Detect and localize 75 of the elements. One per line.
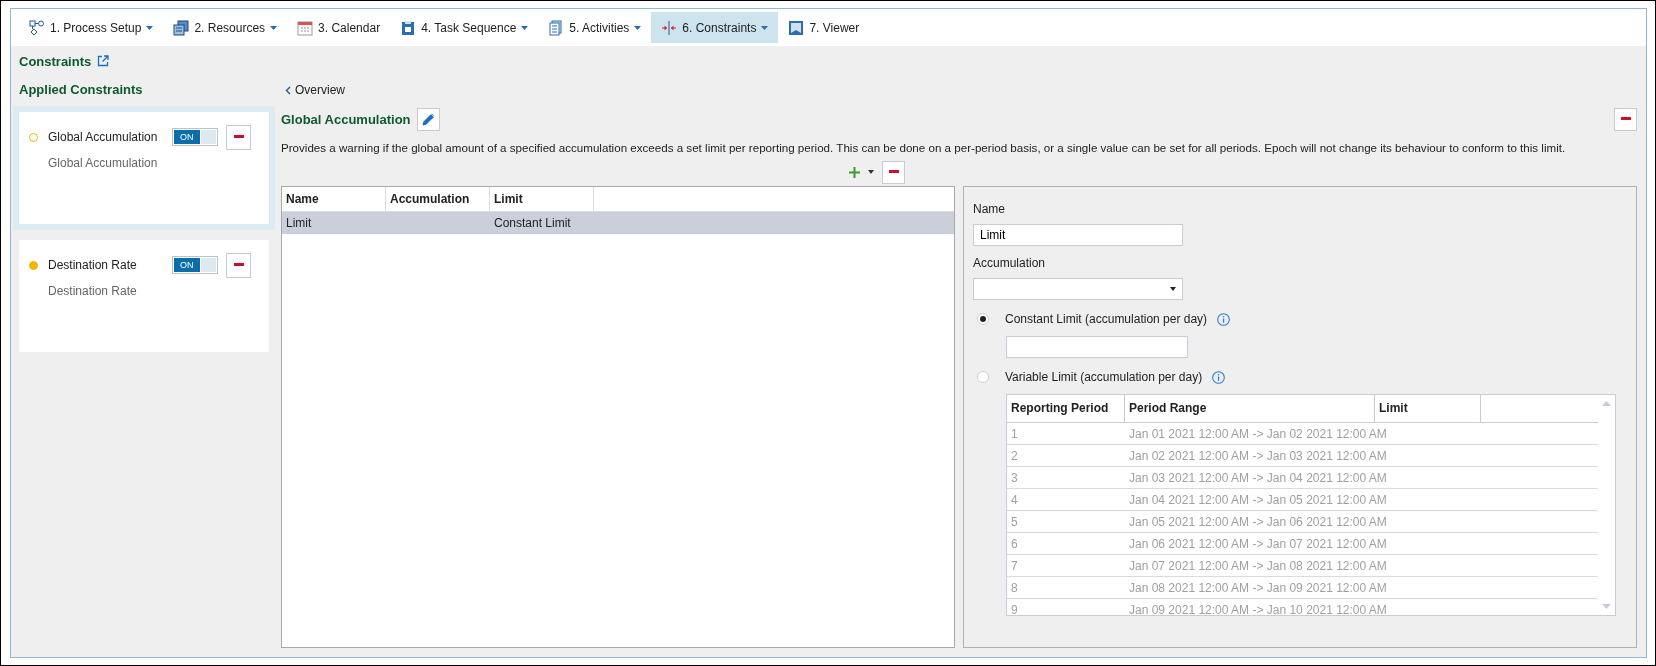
book-icon [788,19,805,36]
table-cell: Jan 03 2021 12:00 AM -> Jan 04 2021 12:00 AM [1129,470,1387,485]
input-field[interactable]: Limit [973,224,1183,246]
info-icon[interactable] [1212,370,1226,384]
minus-icon [233,135,244,139]
clipboard-icon [400,19,417,36]
option-label: Variable Limit (accumulation per day) [1005,370,1203,384]
split-arrows-icon [661,19,678,36]
toolbar-tab[interactable]: 2. Resources [163,12,288,43]
field-label: Name [973,202,1006,216]
edit-button[interactable] [416,107,440,131]
input-field[interactable] [1006,336,1188,358]
toggle-switch[interactable]: ON [172,128,218,146]
table-cell: 1 [1011,426,1018,441]
remove-button[interactable] [1614,107,1637,131]
constraint-description: Global Accumulation [48,156,158,170]
table-cell: Limit [286,216,312,230]
table-cell: Jan 05 2021 12:00 AM -> Jan 06 2021 12:00 AM [1129,514,1387,529]
remove-button[interactable] [226,252,251,278]
table-cell: Jan 01 2021 12:00 AM -> Jan 02 2021 12:00 AM [1129,426,1387,441]
add-button[interactable] [849,166,860,178]
table-cell: 2 [1011,448,1018,463]
table-cell: Jan 07 2021 12:00 AM -> Jan 08 2021 12:00 AM [1129,558,1387,573]
toggle-switch[interactable]: ON [172,256,218,274]
table-cell: 9 [1011,602,1018,615]
calendar-icon [297,19,314,36]
toolbar-tab[interactable]: 5. Activities [538,12,652,43]
plus-icon [849,166,860,178]
field-label: Accumulation [973,256,1047,270]
radio-button[interactable] [977,313,989,325]
section-heading: Applied Constraints [18,81,144,99]
table-cell: 4 [1011,492,1018,507]
constraint-name: Destination Rate [48,258,138,272]
minus-icon [1620,117,1631,121]
toolbar-tab[interactable]: 1. Process Setup [19,12,164,43]
constraint-card[interactable]: Global Accumulation ON Global Accumulation [13,106,275,230]
caret-icon [868,170,874,174]
constraint-name: Global Accumulation [48,130,159,144]
description-text: Provides a warning if the global amount of a specified accumulation exceeds a set limit per reporting period. This can be done on a per-period basis, or a single value can be set for all periods. Epoch will not change its behaviour to conform to this limit. [281,141,1567,154]
table-cell: Jan 09 2021 12:00 AM -> Jan 10 2021 12:00 AM [1129,602,1387,615]
external-link-icon[interactable] [97,55,110,67]
info-icon[interactable] [1217,312,1231,326]
radio-button[interactable] [977,371,989,383]
dropdown-button[interactable] [868,170,874,174]
table-cell: Constant Limit [494,216,571,230]
remove-button[interactable] [882,160,905,184]
table-cell: 6 [1011,536,1018,551]
table-cell: 3 [1011,470,1018,485]
toolbar-tab[interactable]: 3. Calendar [287,12,391,43]
caret-icon [1170,287,1176,291]
table-row[interactable]: Limit Constant Limit [282,212,954,234]
table-cell: Jan 04 2021 12:00 AM -> Jan 05 2021 12:00 AM [1129,492,1387,507]
option-label: Constant Limit (accumulation per day) [1005,312,1208,326]
toolbar-tab[interactable]: 4. Task Sequence [390,12,539,43]
minus-icon [233,263,244,267]
back-link[interactable]: Overview [285,82,345,98]
chevron-left-icon [285,85,291,95]
document-icon [548,19,565,36]
constraint-description: Destination Rate [48,284,137,298]
constraint-title: Global Accumulation [281,111,411,127]
table-cell: Jan 08 2021 12:00 AM -> Jan 09 2021 12:00 AM [1129,580,1387,595]
toolbar-tab[interactable]: 6. Constraints [651,12,779,43]
dropdown-field[interactable] [973,278,1183,300]
pencil-icon [421,112,435,126]
table-cell: 5 [1011,514,1018,529]
table-cell: 7 [1011,558,1018,573]
flowchart-icon [29,19,45,36]
remove-button[interactable] [226,124,251,150]
documents-icon [173,19,190,36]
toolbar-tab[interactable]: 7. Viewer [778,12,870,43]
table-cell: Jan 02 2021 12:00 AM -> Jan 03 2021 12:00 AM [1129,448,1387,463]
table-cell: Jan 06 2021 12:00 AM -> Jan 07 2021 12:00 AM [1129,536,1387,551]
page-title: Constraints [19,53,92,69]
minus-icon [888,170,899,174]
table-cell: 8 [1011,580,1018,595]
